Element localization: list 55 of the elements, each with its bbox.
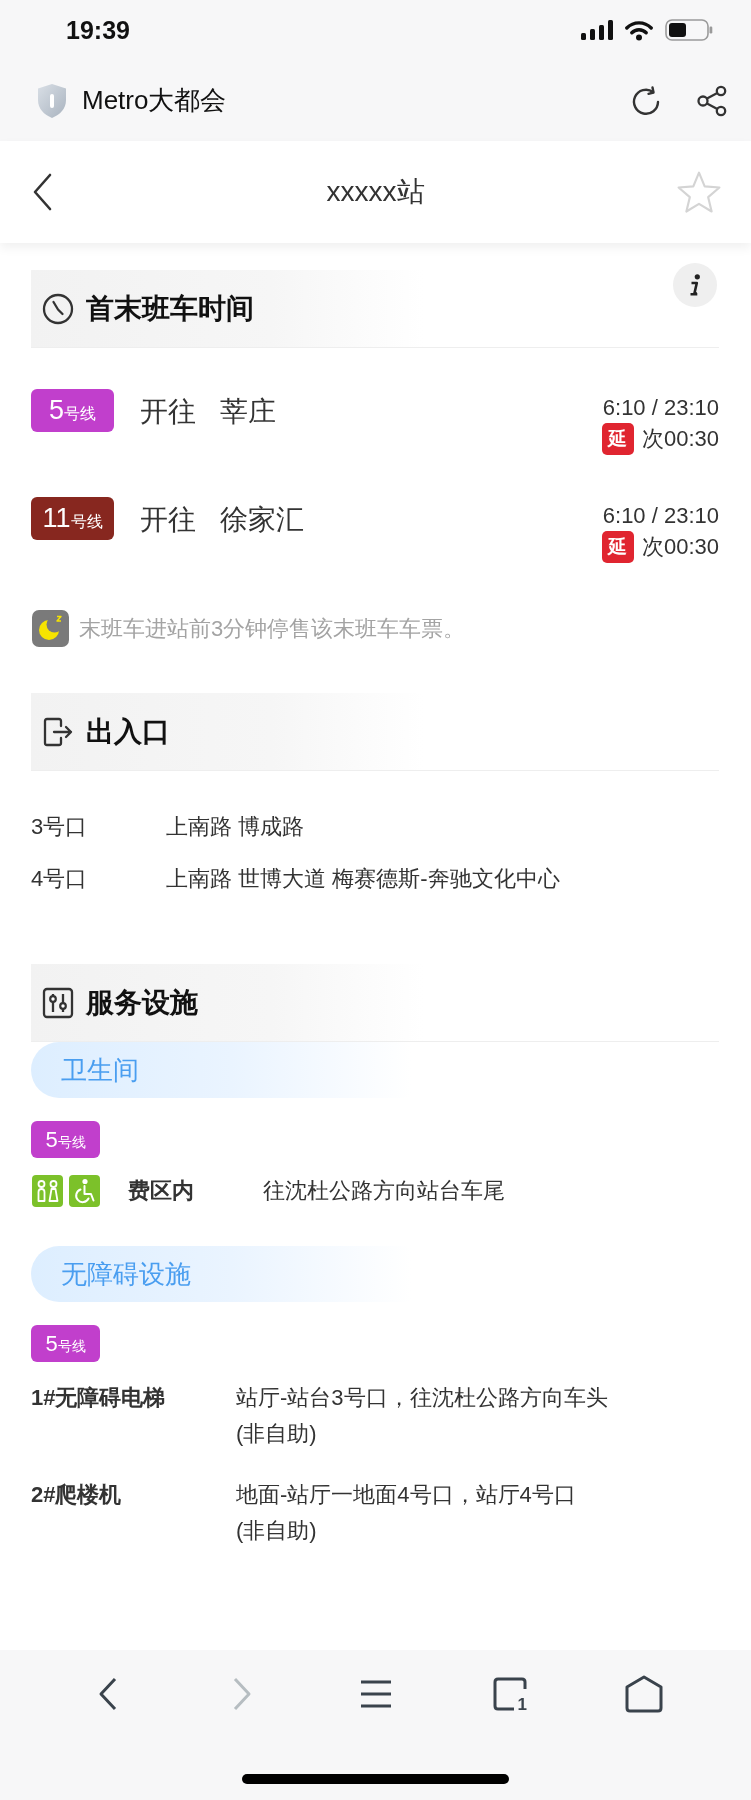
exit-roads: 上南路 博成路	[166, 813, 305, 841]
line-badge: 5号线	[31, 389, 114, 432]
section-title: 出入口	[86, 714, 170, 749]
chevron-right-icon	[232, 1676, 252, 1712]
direction-label: 开往	[140, 503, 196, 537]
info-button[interactable]	[673, 263, 717, 307]
late-time: 次00:30	[641, 425, 719, 453]
tab-count: 1	[517, 1696, 527, 1713]
battery-icon	[665, 19, 713, 41]
exit-roads: 上南路 世博大道 梅赛德斯-奔驰文化中心	[166, 865, 560, 893]
reload-icon	[630, 84, 662, 117]
device-description: 站厅-站台3号口，往沈杜公路方向车头 (非自助)	[236, 1384, 608, 1448]
restroom-icon	[32, 1175, 63, 1207]
note-text: 末班车进站前3分钟停售该末班车车票。	[79, 614, 466, 643]
device-name: 1#无障碍电梯	[31, 1384, 167, 1412]
wifi-icon	[625, 19, 653, 41]
section-title: 首末班车时间	[86, 291, 254, 326]
station-title: xxxxx站	[325, 175, 426, 209]
info-icon	[689, 274, 701, 296]
late-time: 次00:30	[641, 533, 719, 561]
line-badge: 5号线	[31, 1121, 100, 1158]
late-tag: 延	[601, 531, 634, 563]
home-icon	[624, 1675, 664, 1713]
exit-name: 3号口	[31, 813, 89, 841]
line-badge: 11号线	[31, 497, 114, 540]
toilet-area: 费区内	[128, 1176, 257, 1206]
chevron-left-icon	[98, 1676, 118, 1712]
first-last-times: 6:10 / 23:10	[602, 394, 719, 422]
shield-icon	[36, 82, 68, 119]
section-title: 服务设施	[86, 985, 198, 1020]
clock-icon	[42, 292, 74, 325]
late-tag: 延	[601, 423, 634, 455]
sliders-icon	[42, 986, 74, 1019]
device-name: 2#爬楼机	[31, 1481, 123, 1509]
chevron-left-icon	[32, 173, 52, 211]
destination-name: 莘庄	[220, 395, 276, 429]
first-last-times: 6:10 / 23:10	[602, 502, 719, 530]
destination-name: 徐家汇	[220, 503, 304, 537]
toilet-location: 往沈杜公路方向站台车尾	[263, 1177, 505, 1205]
device-description: 地面-站厅一地面4号口，站厅4号口 (非自助)	[236, 1481, 576, 1545]
exit-icon	[42, 716, 74, 747]
tabs-button[interactable]: 1	[487, 1671, 533, 1717]
direction-label: 开往	[140, 395, 196, 429]
category-title: 无障碍设施	[61, 1257, 191, 1291]
status-time: 19:39	[66, 15, 130, 45]
site-name: Metro大都会	[82, 84, 227, 117]
share-icon	[696, 84, 728, 117]
category-title: 卫生间	[61, 1053, 139, 1087]
moon-icon	[32, 610, 69, 647]
tabs-icon	[493, 1677, 527, 1711]
exit-name: 4号口	[31, 865, 89, 893]
wheelchair-icon	[69, 1175, 100, 1207]
line-badge: 5号线	[31, 1325, 100, 1362]
signal-icon	[581, 20, 613, 40]
menu-icon	[360, 1679, 392, 1709]
